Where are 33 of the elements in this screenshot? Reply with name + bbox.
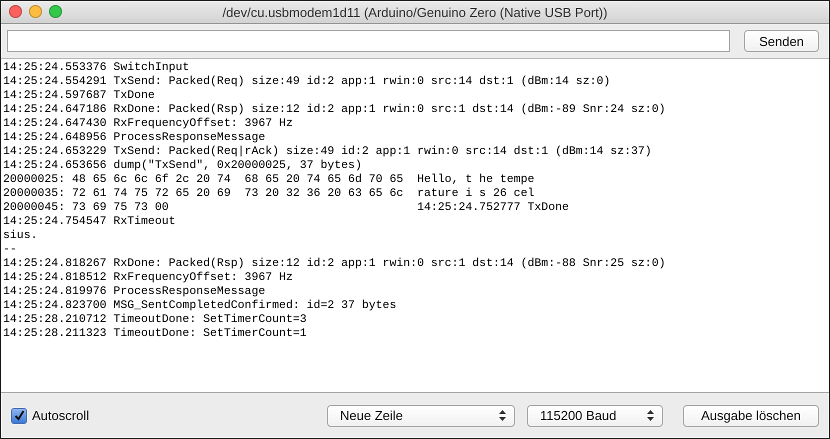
clear-output-button[interactable]: Ausgabe löschen — [683, 404, 819, 426]
output-line: 20000025: 48 65 6c 6c 6f 2c 20 74 68 65 20 74 65 6d 70 65 Hello, t he tempe — [3, 173, 534, 187]
output-line: 14:25:24.647186 RxDone: Packed(Rsp) size:12 id:2 app:1 rwin:0 src:1 dst:14 (dBm:-89 Snr:24 sz:0) — [3, 103, 666, 117]
minimize-button[interactable] — [29, 5, 42, 18]
output-line: 20000045: 73 69 75 73 00 14:25:24.752777 TxDone — [3, 201, 569, 215]
output-line: 14:25:28.210712 TimeoutDone: SetTimerCount=3 — [3, 313, 307, 327]
output-line: 14:25:24.653656 dump("TxSend", 0x20000025, 37 bytes) — [3, 159, 362, 173]
close-button[interactable] — [9, 5, 22, 18]
output-line: -- — [3, 243, 17, 257]
output-line: 14:25:24.648956 ProcessResponseMessage — [3, 131, 266, 145]
input-field[interactable] — [7, 30, 730, 52]
window-title: /dev/cu.usbmodem1d11 (Arduino/Genuino Zero (Native USB Port)) — [222, 4, 608, 20]
output-line: 14:25:28.211323 TimeoutDone: SetTimerCount=1 — [3, 327, 307, 341]
updown-caret-icon — [499, 410, 506, 421]
output-line: 14:25:24.597687 TxDone — [3, 89, 155, 103]
autoscroll-checkbox[interactable] — [11, 408, 27, 424]
output-line: sius. — [3, 229, 38, 243]
output-line: 14:25:24.818512 RxFrequencyOffset: 3967 Hz — [3, 271, 293, 285]
output-line: 14:25:24.818267 RxDone: Packed(Rsp) size:12 id:2 app:1 rwin:0 src:1 dst:14 (dBm:-88 Snr:25 sz:0) — [3, 257, 666, 271]
autoscroll-label: Autoscroll — [32, 408, 90, 423]
output-line: 14:25:24.823700 MSG_SentCompletedConfirmed: id=2 37 bytes — [3, 299, 396, 313]
output-line: 14:25:24.819976 ProcessResponseMessage — [3, 285, 266, 299]
updown-caret-icon — [647, 410, 654, 421]
line-ending-dropdown[interactable]: Neue Zeile — [327, 404, 515, 426]
zoom-button[interactable] — [49, 5, 62, 18]
output-line: 14:25:24.647430 RxFrequencyOffset: 3967 Hz — [3, 117, 293, 131]
send-button[interactable]: Senden — [744, 30, 819, 52]
output-line: 14:25:24.553376 SwitchInput — [3, 61, 190, 75]
baud-rate-dropdown[interactable]: 115200 Baud — [527, 404, 663, 426]
output-line: 20000035: 72 61 74 75 72 65 20 69 73 20 32 36 20 63 65 6c rature i s 26 cel — [3, 187, 534, 201]
output-line: 14:25:24.754547 RxTimeout — [3, 215, 176, 229]
output-line: 14:25:24.554291 TxSend: Packed(Req) size:49 id:2 app:1 rwin:0 src:14 dst:1 (dBm:14 sz:0) — [3, 75, 610, 89]
output-line: 14:25:24.653229 TxSend: Packed(Req|rAck) size:49 id:2 app:1 rwin:0 src:14 dst:1 (dBm:14 sz:37) — [3, 145, 652, 159]
